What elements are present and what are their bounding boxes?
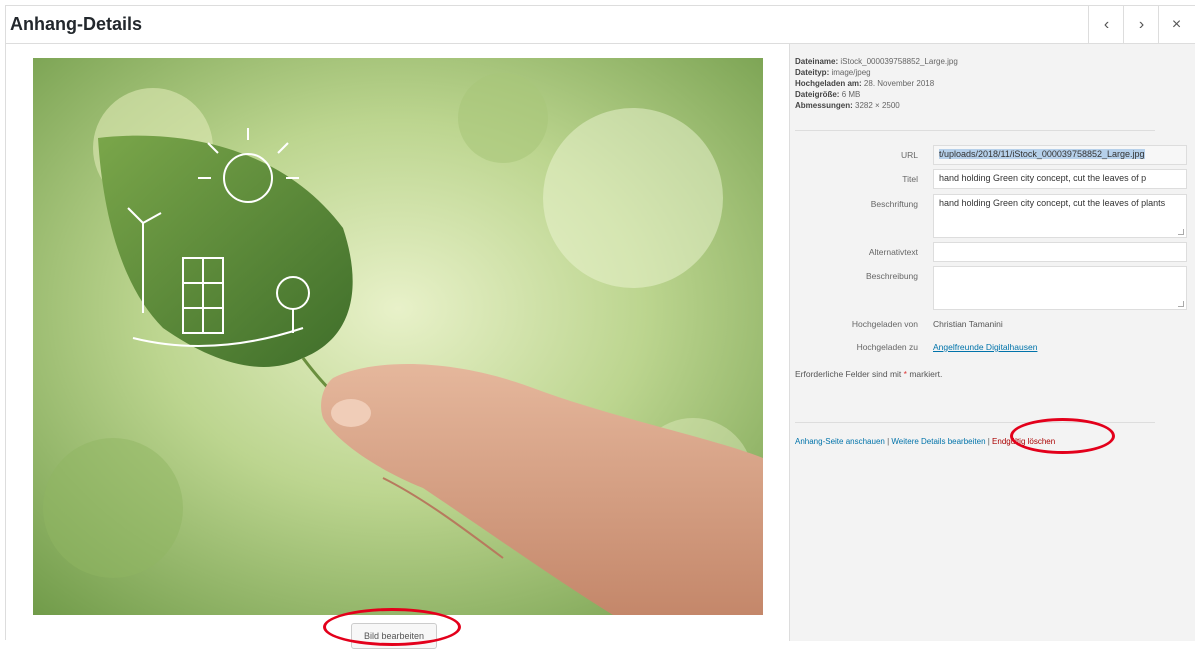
chevron-right-icon: › (1138, 15, 1145, 33)
filename-label: Dateiname: (795, 57, 839, 66)
view-attachment-page-link[interactable]: Anhang-Seite anschauen (795, 437, 885, 446)
edit-more-details-link[interactable]: Weitere Details bearbeiten (891, 437, 985, 446)
delete-permanently-link[interactable]: Endgültig löschen (992, 437, 1055, 446)
required-note-text-end: markiert. (906, 369, 943, 379)
attachment-media-view: Bild bearbeiten (6, 44, 789, 649)
alt-text-field[interactable] (933, 242, 1187, 262)
close-icon: × (1171, 15, 1182, 33)
edit-image-button[interactable]: Bild bearbeiten (351, 623, 438, 649)
page-title: Anhang-Details (10, 14, 143, 34)
attachment-info-sidebar: Dateiname: iStock_000039758852_Large.jpg… (789, 44, 1195, 641)
uploaded-to-label: Hochgeladen zu (856, 342, 918, 352)
attachment-image (33, 58, 763, 615)
close-button[interactable]: × (1158, 6, 1194, 43)
dimensions-value: 3282 × 2500 (855, 101, 900, 110)
file-info: Dateiname: iStock_000039758852_Large.jpg… (795, 56, 958, 111)
chevron-left-icon: ‹ (1103, 15, 1110, 33)
previous-button[interactable]: ‹ (1088, 6, 1124, 43)
uploaded-by-label: Hochgeladen von (851, 319, 918, 329)
modal-header: Anhang-Details ‹ › × (6, 6, 1195, 44)
description-label: Beschreibung (866, 271, 918, 281)
description-field[interactable] (933, 266, 1187, 310)
uploaded-by-value: Christian Tamanini (933, 319, 1003, 329)
upload-date-value: 28. November 2018 (863, 79, 935, 88)
required-note-text: Erforderliche Felder sind mit (795, 369, 904, 379)
caption-label: Beschriftung (870, 199, 918, 209)
divider (795, 422, 1155, 423)
uploaded-to-link[interactable]: Angelfreunde Digitalhausen (933, 342, 1037, 352)
url-label: URL (900, 150, 918, 160)
filesize-label: Dateigröße: (795, 90, 840, 99)
title-field[interactable]: hand holding Green city concept, cut the… (933, 169, 1187, 189)
url-field[interactable]: t/uploads/2018/11/iStock_000039758852_La… (933, 145, 1187, 165)
next-button[interactable]: › (1123, 6, 1159, 43)
resize-grip-icon[interactable] (1178, 229, 1184, 235)
filesize-value: 6 MB (841, 90, 861, 99)
filetype-label: Dateityp: (795, 68, 830, 77)
attachment-actions: Anhang-Seite anschauen | Weitere Details… (795, 437, 1055, 446)
title-label: Titel (902, 174, 918, 184)
required-fields-note: Erforderliche Felder sind mit * markiert… (795, 369, 942, 379)
filename-value: iStock_000039758852_Large.jpg (840, 57, 958, 66)
alt-text-label: Alternativtext (868, 247, 918, 257)
caption-field[interactable]: hand holding Green city concept, cut the… (933, 194, 1187, 238)
resize-grip-icon[interactable] (1178, 301, 1184, 307)
url-value: t/uploads/2018/11/iStock_000039758852_La… (939, 149, 1145, 159)
dimensions-label: Abmessungen: (795, 101, 853, 110)
caption-value: hand holding Green city concept, cut the… (939, 198, 1166, 208)
filetype-value: image/jpeg (831, 68, 871, 77)
attachment-details-modal: Anhang-Details ‹ › × Bild bearbeiten Dat… (5, 5, 1195, 649)
divider (795, 130, 1155, 131)
upload-date-label: Hochgeladen am: (795, 79, 862, 88)
